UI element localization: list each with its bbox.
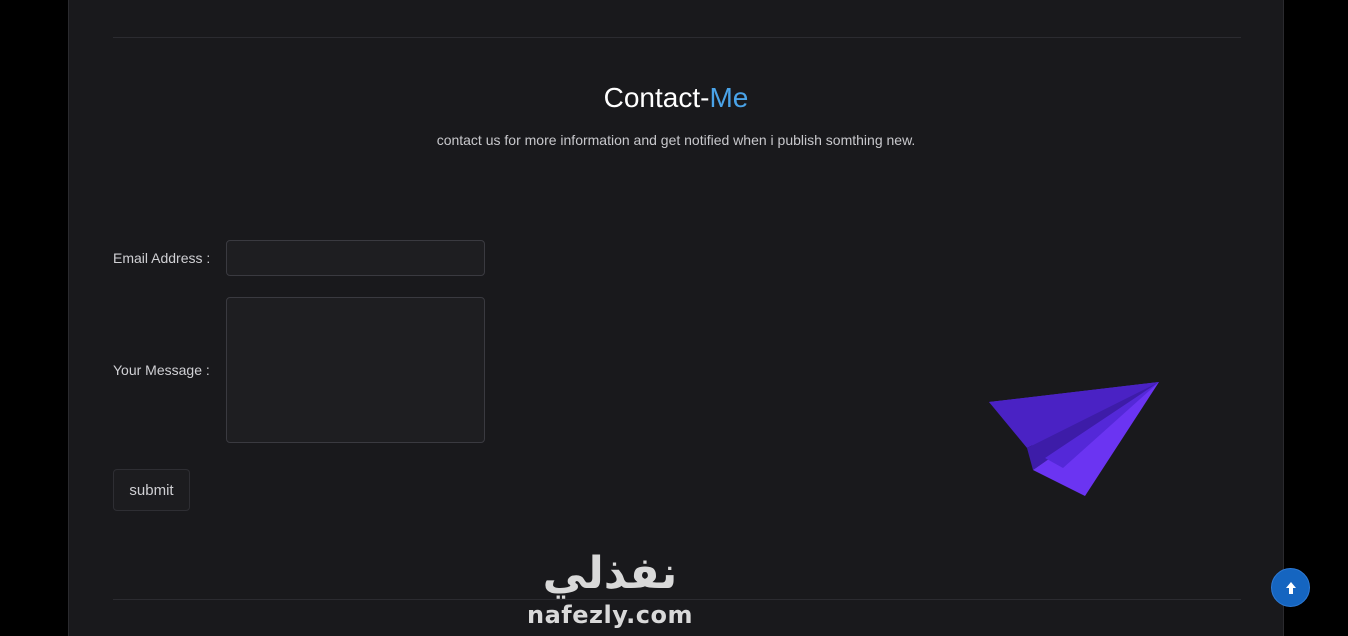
watermark-arabic: نفذلي [542,548,678,599]
section-title-main: Contact- [603,82,710,113]
watermark-latin: nafezly.com [527,601,693,629]
top-divider [113,37,1241,38]
message-field[interactable] [226,297,485,443]
section-title: Contact-Me [69,80,1283,116]
scroll-to-top-button[interactable] [1271,568,1310,607]
email-field[interactable] [226,240,485,276]
email-label: Email Address : [113,250,211,266]
submit-button[interactable]: submit [113,469,190,511]
page-container: Contact-Me contact us for more informati… [68,0,1284,636]
message-label: Your Message : [113,362,210,378]
paper-plane-icon [989,382,1159,496]
watermark-logo: نفذلي nafezly.com [520,548,700,636]
section-subtitle: contact us for more information and get … [436,132,916,148]
section-title-accent: Me [709,82,749,113]
arrow-up-icon [1285,581,1296,594]
